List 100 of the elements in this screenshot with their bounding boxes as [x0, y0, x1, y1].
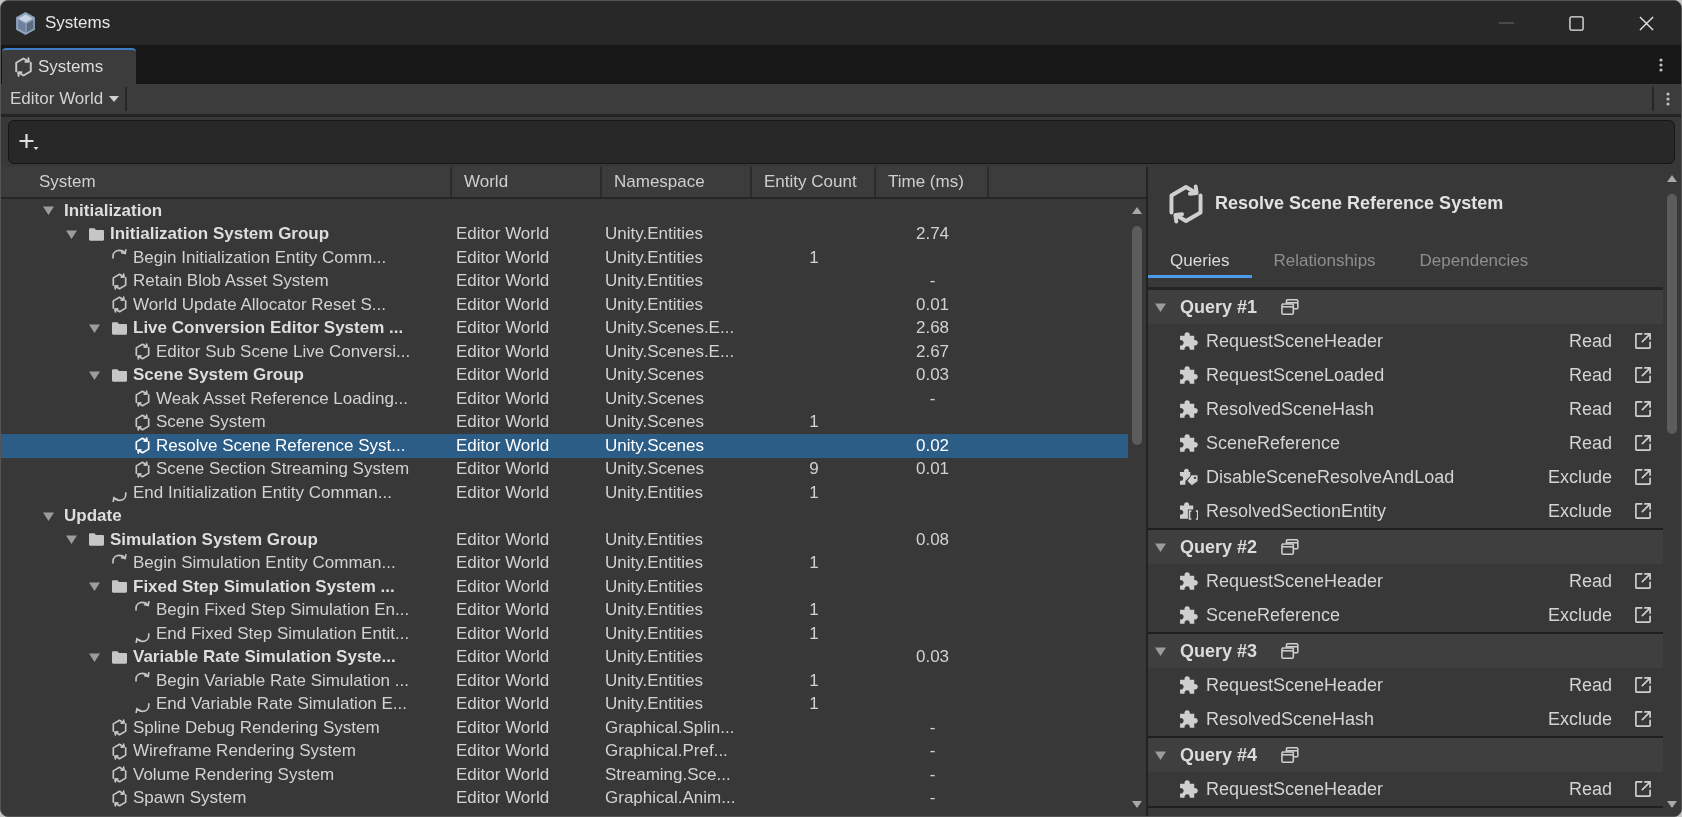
namespace-name: Graphical.Pref...: [605, 741, 728, 761]
namespace-name: Unity.Entities: [605, 694, 703, 714]
entity-count: 1: [809, 412, 819, 432]
time-value: 0.03: [915, 365, 950, 385]
system-name: Scene System Group: [133, 365, 304, 386]
external-link-icon[interactable]: [1635, 401, 1651, 417]
namespace-name: Unity.Scenes: [605, 388, 704, 408]
query-header[interactable]: Query #4: [1148, 738, 1663, 772]
component-name: RequestSceneHeader: [1206, 330, 1384, 352]
namespace-name: Unity.Entities: [605, 600, 703, 620]
caret-icon[interactable]: [89, 651, 100, 663]
curved-arrow-icon: [135, 703, 150, 714]
external-link-icon[interactable]: [1635, 503, 1651, 519]
curved-arrow-icon: [112, 248, 127, 259]
component-name: DisableSceneResolveAndLoad: [1206, 466, 1455, 488]
overlapping-windows-icon[interactable]: [1281, 747, 1300, 763]
column-header[interactable]: Entity Count: [752, 167, 876, 197]
time-value: -: [929, 271, 936, 291]
inspector-tab[interactable]: Queries: [1148, 240, 1252, 278]
column-header[interactable]: System: [1, 167, 452, 197]
query-header[interactable]: Query #2: [1148, 530, 1663, 564]
system-name: Fixed Step Simulation System ...: [133, 576, 395, 597]
external-link-icon[interactable]: [1635, 781, 1651, 797]
caret-icon[interactable]: [66, 534, 77, 546]
puzzle-tag-icon: [1180, 468, 1198, 486]
caret-icon[interactable]: [1155, 301, 1166, 313]
curved-arrow-icon: [135, 671, 150, 682]
cycle-arrows-icon: [112, 789, 127, 807]
puzzle-icon: [1180, 710, 1198, 728]
overlapping-windows-icon[interactable]: [1281, 539, 1300, 555]
external-link-icon[interactable]: [1635, 677, 1651, 693]
caret-icon: [109, 96, 120, 102]
overlapping-windows-icon[interactable]: [1281, 643, 1300, 659]
caret-icon[interactable]: [1155, 749, 1166, 761]
caret-icon[interactable]: [43, 205, 54, 217]
time-value: 0.02: [915, 435, 950, 455]
external-link-icon[interactable]: [1635, 435, 1651, 451]
external-link-icon[interactable]: [1635, 333, 1651, 349]
world-dropdown[interactable]: Editor World: [1, 84, 126, 114]
scrollbar-thumb[interactable]: [1667, 194, 1677, 434]
external-link-icon[interactable]: [1635, 469, 1651, 485]
namespace-name: Streaming.Sce...: [605, 764, 731, 784]
external-link-icon[interactable]: [1635, 607, 1651, 623]
query-header[interactable]: Query #3: [1148, 634, 1663, 668]
world-name: Editor World: [456, 412, 550, 432]
query-header[interactable]: Query #1: [1148, 290, 1663, 324]
namespace-name: Unity.Scenes: [605, 459, 704, 479]
maximize-icon: [1568, 15, 1584, 31]
inspector-tab[interactable]: Dependencies: [1397, 240, 1551, 278]
access-mode: Read: [1568, 778, 1612, 800]
entity-count: 1: [809, 600, 819, 620]
external-link-icon[interactable]: [1635, 711, 1651, 727]
dock-tab[interactable]: Systems: [2, 48, 136, 84]
scroll-down-icon[interactable]: [1132, 801, 1142, 808]
caret-icon[interactable]: [66, 228, 77, 240]
entity-count: 1: [809, 482, 819, 502]
caret-icon[interactable]: [89, 369, 100, 381]
scroll-up-icon[interactable]: [1132, 207, 1142, 214]
column-header[interactable]: Time (ms): [876, 167, 989, 197]
folder-icon: [112, 648, 127, 666]
external-link-icon[interactable]: [1635, 367, 1651, 383]
system-name: End Initialization Entity Comman...: [133, 482, 392, 503]
external-link-icon[interactable]: [1635, 573, 1651, 589]
add-button[interactable]: [19, 133, 39, 151]
tree-row[interactable]: Resolve Scene Reference Syst... Editor World Unity.Scenes 0.02: [1, 434, 1128, 458]
system-name: World Update Allocator Reset S...: [133, 294, 386, 315]
time-value: -: [929, 788, 936, 808]
time-value: 0.08: [915, 529, 950, 549]
scroll-down-icon[interactable]: [1667, 801, 1677, 808]
system-name: Retain Blob Asset System: [133, 271, 329, 292]
cube-icon: [15, 11, 36, 35]
namespace-name: Unity.Scenes.E...: [605, 318, 735, 338]
caret-icon[interactable]: [43, 510, 54, 522]
world-name: Editor World: [456, 459, 550, 479]
namespace-name: Unity.Entities: [605, 529, 703, 549]
folder-icon: [112, 366, 127, 384]
column-header[interactable]: World: [452, 167, 602, 197]
scroll-up-icon[interactable]: [1667, 175, 1677, 182]
component-name: ResolvedSectionEntity: [1206, 500, 1387, 522]
world-name: Editor World: [456, 741, 550, 761]
cycle-arrows-icon: [112, 296, 127, 314]
curved-arrow-icon: [112, 491, 127, 502]
scrollbar-thumb[interactable]: [1132, 226, 1142, 445]
component-name: RequestSceneLoaded: [1206, 364, 1385, 386]
system-name: Begin Fixed Step Simulation En...: [156, 600, 410, 621]
cycle-arrows-icon: [15, 57, 32, 77]
kebab-icon: [1666, 92, 1670, 106]
system-name: Begin Initialization Entity Comm...: [133, 247, 387, 268]
caret-icon[interactable]: [89, 581, 100, 593]
column-header[interactable]: Namespace: [602, 167, 752, 197]
overlapping-windows-icon[interactable]: [1281, 299, 1300, 315]
time-value: 0.01: [915, 459, 950, 479]
caret-icon[interactable]: [1155, 645, 1166, 657]
caret-icon[interactable]: [89, 322, 100, 334]
system-name: End Fixed Step Simulation Entit...: [156, 623, 410, 644]
cycle-arrows-icon: [135, 437, 150, 455]
caret-icon[interactable]: [1155, 541, 1166, 553]
inspector-tab[interactable]: Relationships: [1251, 240, 1398, 278]
world-name: Editor World: [456, 576, 550, 596]
component-name: SceneReference: [1206, 432, 1341, 454]
